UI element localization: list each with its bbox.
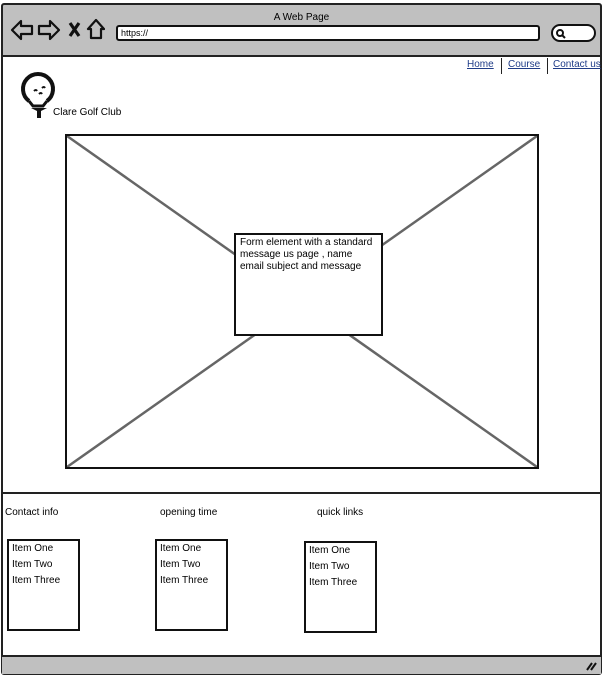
list-item[interactable]: Item One: [309, 543, 372, 559]
footer-heading-opening-time: opening time: [160, 507, 218, 518]
search-field[interactable]: [551, 24, 596, 42]
back-icon[interactable]: [10, 19, 34, 41]
status-bar: [2, 657, 601, 674]
search-icon: [556, 29, 566, 39]
footer-heading-contact-info: Contact info: [5, 507, 59, 518]
list-item[interactable]: Item One: [160, 541, 223, 557]
list-item[interactable]: Item Three: [160, 573, 223, 589]
contact-info-list: Item One Item Two Item Three: [7, 539, 80, 631]
nav-contact-us[interactable]: Contact us: [553, 59, 601, 70]
home-icon[interactable]: [86, 18, 105, 40]
stop-icon[interactable]: [68, 22, 81, 37]
footer-heading-quick-links: quick links: [317, 507, 364, 518]
quick-links-list: Item One Item Two Item Three: [304, 541, 377, 633]
brand-name: Clare Golf Club: [53, 107, 122, 118]
nav-home[interactable]: Home: [467, 59, 494, 70]
list-item[interactable]: Item Two: [160, 557, 223, 573]
address-bar[interactable]: https://: [116, 25, 540, 41]
footer: [2, 492, 601, 657]
list-item[interactable]: Item Three: [12, 573, 75, 589]
browser-nav-icons: [10, 18, 105, 41]
list-item[interactable]: Item Three: [309, 575, 372, 591]
nav-course[interactable]: Course: [508, 59, 540, 70]
nav-divider: [501, 58, 502, 74]
nav-divider: [547, 58, 548, 74]
list-item[interactable]: Item One: [12, 541, 75, 557]
form-note: Form element with a standard message us …: [234, 233, 383, 336]
list-item[interactable]: Item Two: [12, 557, 75, 573]
resize-grip-icon[interactable]: [585, 660, 597, 671]
forward-icon[interactable]: [37, 19, 61, 41]
opening-time-list: Item One Item Two Item Three: [155, 539, 228, 631]
list-item[interactable]: Item Two: [309, 559, 372, 575]
